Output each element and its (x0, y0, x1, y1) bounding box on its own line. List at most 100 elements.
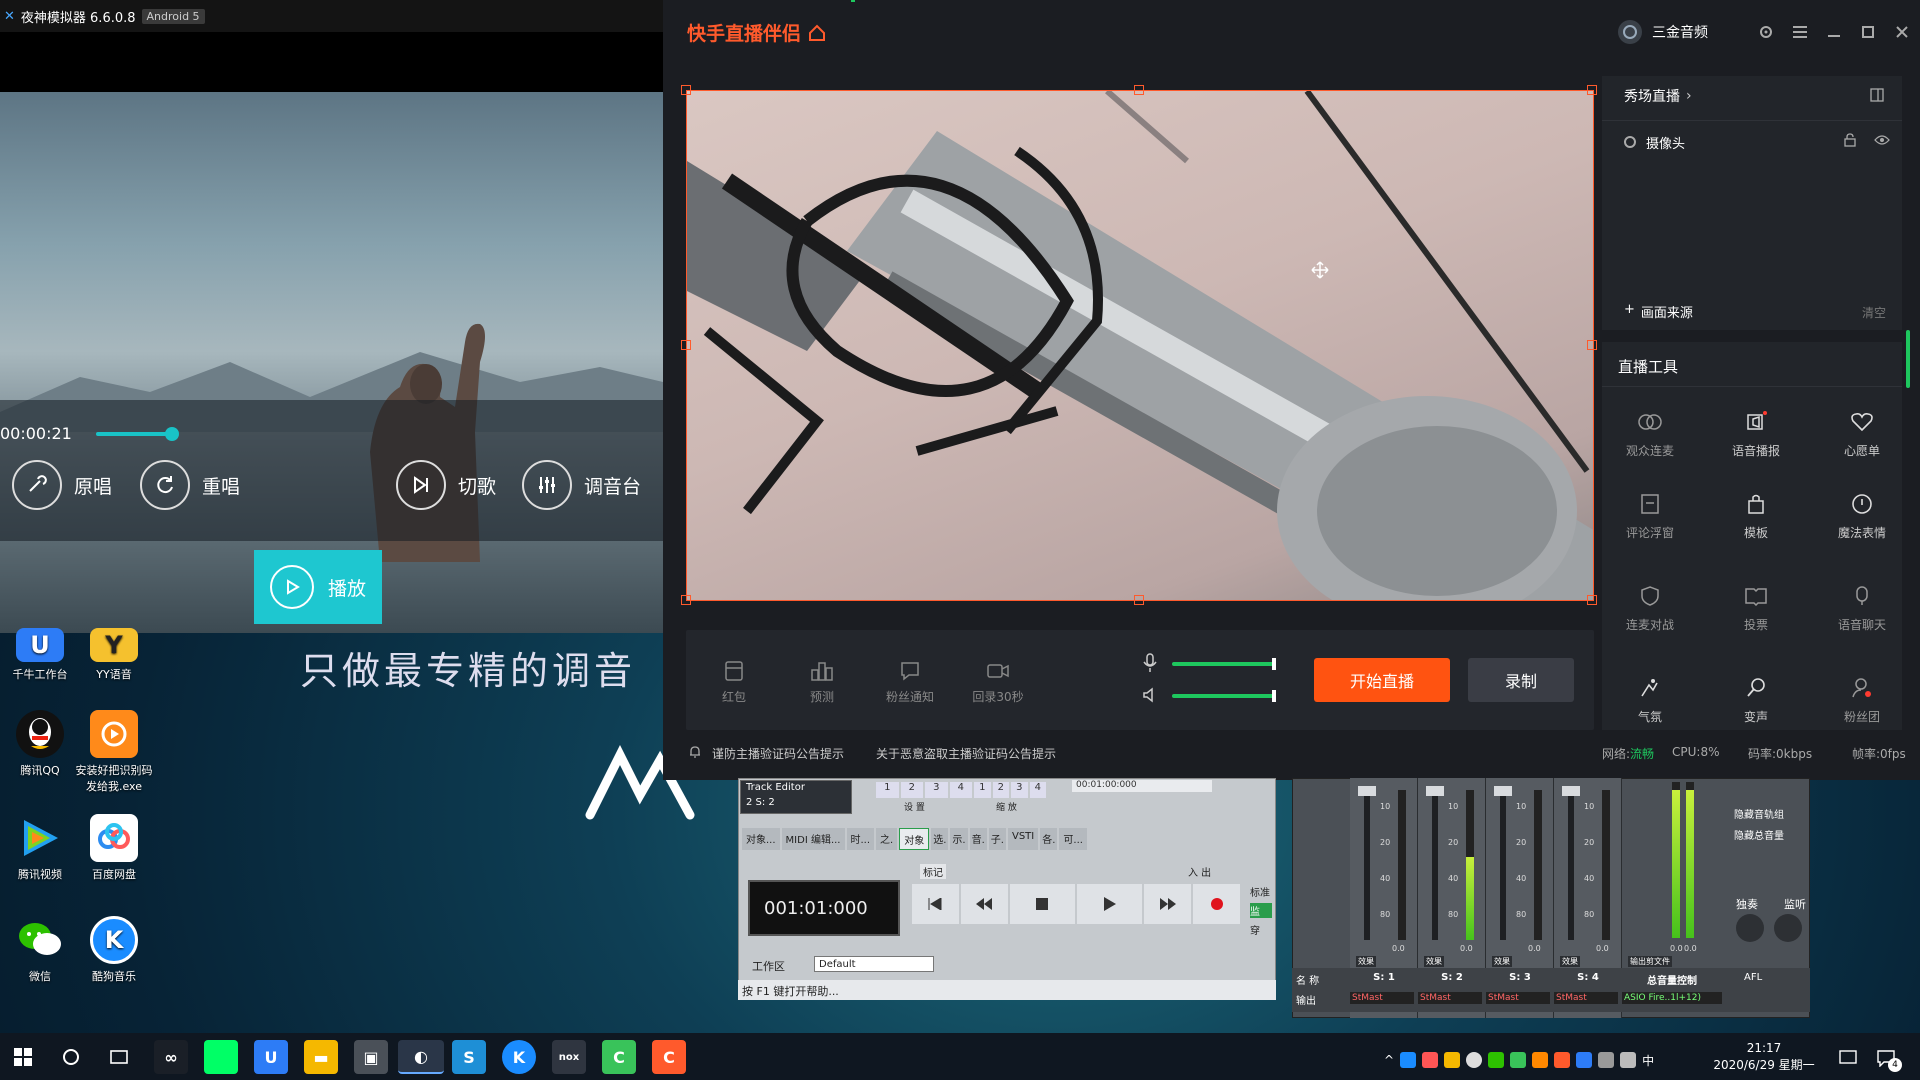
notice-link[interactable]: 谨防主播验证码公告提示 (712, 745, 844, 762)
listen-knob[interactable] (1774, 914, 1802, 942)
microphone-icon[interactable] (1140, 652, 1160, 674)
tray-network-icon[interactable] (1598, 1052, 1615, 1068)
start-live-button[interactable]: 开始直播 (1314, 658, 1450, 702)
hide-master-toggle[interactable]: 隐藏总音量 (1734, 827, 1806, 842)
zoom-presets[interactable]: 1234 (974, 782, 1046, 798)
solo-knob[interactable] (1736, 914, 1764, 942)
export-button[interactable]: 输出剪文件 (1628, 956, 1672, 967)
transport-time-display[interactable]: 001:01:000 (748, 880, 900, 936)
fader-cap[interactable] (1426, 786, 1444, 796)
red-packet-button[interactable]: 红包 (699, 654, 769, 705)
resize-handle[interactable] (1587, 340, 1597, 350)
home-icon[interactable] (807, 23, 827, 43)
windows-start-icon[interactable] (10, 1044, 36, 1070)
channel-fader[interactable] (1568, 790, 1574, 940)
tray-app-icon[interactable] (1576, 1052, 1593, 1068)
panel-scrollbar[interactable] (1906, 330, 1910, 388)
cubase-tab-active[interactable]: 对象 (899, 828, 930, 850)
desktop-icon-installer[interactable]: 安装好把识别码发给我.exe (74, 710, 154, 794)
mic-volume-knob[interactable] (1272, 658, 1276, 670)
taskbar-app-kugou-icon[interactable]: K (502, 1040, 536, 1074)
fader-cap[interactable] (1562, 786, 1580, 796)
tray-app-icon[interactable] (1422, 1052, 1439, 1068)
track-selector[interactable]: 2 S: 2 (746, 797, 775, 808)
taskbar-clock[interactable]: 21:17 2020/6/29 星期一 (1710, 1040, 1818, 1074)
taskbar-app-tencent-video-icon[interactable] (204, 1040, 238, 1074)
channel-name[interactable]: S: 1 (1350, 972, 1418, 983)
seek-bar[interactable] (96, 432, 172, 436)
cubase-tab[interactable]: 可... (1059, 828, 1087, 850)
camera-preview[interactable] (686, 90, 1594, 601)
channel-fader[interactable] (1432, 790, 1438, 940)
taskbar-app-window-icon[interactable]: ▣ (354, 1040, 388, 1074)
task-view-icon[interactable] (106, 1044, 132, 1070)
channel-name[interactable]: S: 2 (1418, 972, 1486, 983)
desktop-icon-tencent-video[interactable]: 腾讯视频 (0, 814, 80, 882)
workspace-select[interactable]: Default (814, 956, 934, 972)
output-select[interactable]: StMast (1486, 992, 1550, 1004)
taskbar-app-nox-icon[interactable]: nox (552, 1040, 586, 1074)
afl-label[interactable]: AFL (1744, 972, 1762, 983)
fan-notice-button[interactable]: 粉丝通知 (875, 654, 945, 705)
rewind-icon[interactable] (960, 884, 1008, 924)
speaker-volume-knob[interactable] (1272, 690, 1276, 702)
original-vocal-button[interactable]: 原唱 (12, 455, 112, 515)
maximize-icon[interactable] (1858, 22, 1878, 42)
skip-song-button[interactable]: 切歌 (396, 455, 496, 515)
ime-indicator[interactable]: 中 (1642, 1052, 1654, 1069)
tool-pk-battle[interactable]: 连麦对战 (1596, 576, 1704, 633)
speaker-icon[interactable] (1140, 684, 1160, 706)
record-icon[interactable] (1193, 884, 1240, 924)
stop-icon[interactable] (1009, 884, 1075, 924)
desktop-icon-kugou[interactable]: K 酷狗音乐 (74, 916, 154, 984)
fader-cap[interactable] (1494, 786, 1512, 796)
eye-icon[interactable] (1874, 132, 1890, 148)
resize-handle[interactable] (1134, 595, 1144, 605)
tool-voice-chat[interactable]: 语音聊天 (1808, 576, 1916, 633)
cubase-tab[interactable]: VSTI (1007, 828, 1039, 850)
settings-gear-icon[interactable] (1756, 22, 1776, 42)
desktop-icon-qq[interactable]: 腾讯QQ (0, 710, 80, 778)
hide-track-toggle[interactable]: 隐藏音轨组 (1734, 806, 1806, 821)
output-select[interactable]: StMast (1350, 992, 1414, 1004)
cubase-tab[interactable]: 选. (931, 828, 949, 850)
channel-fader[interactable] (1500, 790, 1506, 940)
tool-wishlist[interactable]: 心愿单 (1808, 402, 1916, 459)
user-name[interactable]: 三金音频 (1652, 22, 1708, 42)
play-button[interactable]: 播放 (254, 550, 382, 624)
record-button[interactable]: 录制 (1468, 658, 1574, 702)
cubase-tab[interactable]: MIDI 编辑... (781, 828, 845, 850)
effect-button[interactable]: 效果 (1356, 956, 1376, 967)
fader-cap[interactable] (1358, 786, 1376, 796)
notice-link[interactable]: 关于恶意盗取主播验证码公告提示 (876, 745, 1056, 762)
tray-volume-icon[interactable] (1620, 1052, 1637, 1068)
tool-comment-float[interactable]: 评论浮窗 (1596, 484, 1704, 541)
resize-handle[interactable] (681, 340, 691, 350)
tool-template[interactable]: 模板 (1702, 484, 1810, 541)
taskbar-app-sogou-icon[interactable]: S (452, 1040, 486, 1074)
tray-app-icon[interactable] (1554, 1052, 1571, 1068)
replay-button[interactable]: 重唱 (140, 455, 240, 515)
channel-name[interactable]: S: 3 (1486, 972, 1554, 983)
replay-30s-button[interactable]: 回录30秒 (963, 654, 1033, 705)
tool-atmosphere[interactable]: 气氛 (1596, 668, 1704, 725)
tray-app-icon[interactable] (1532, 1052, 1549, 1068)
seek-knob[interactable] (165, 427, 179, 441)
cubase-tab[interactable]: 音. (969, 828, 987, 850)
effect-button[interactable]: 效果 (1424, 956, 1444, 967)
taskbar-app-cubase-icon[interactable]: C (602, 1040, 636, 1074)
cubase-tab[interactable]: 示. (950, 828, 968, 850)
nox-titlebar[interactable]: ✕ 夜神模拟器 6.6.0.8 Android 5 (0, 0, 663, 32)
resize-handle[interactable] (1587, 85, 1597, 95)
tool-magic-face[interactable]: 魔法表情 (1808, 484, 1916, 541)
punch-label[interactable]: 穿 (1250, 922, 1272, 937)
cubase-tab[interactable]: 子. (988, 828, 1006, 850)
effect-button[interactable]: 效果 (1492, 956, 1512, 967)
tool-vote[interactable]: 投票 (1702, 576, 1810, 633)
cubase-tab[interactable]: 对象... (742, 828, 780, 850)
tray-app-icon[interactable] (1444, 1052, 1461, 1068)
monitor-label[interactable]: 监 (1250, 903, 1272, 918)
mixer-button[interactable]: 调音台 (522, 455, 641, 515)
minimize-icon[interactable] (1824, 22, 1844, 42)
menu-icon[interactable] (1790, 22, 1810, 42)
